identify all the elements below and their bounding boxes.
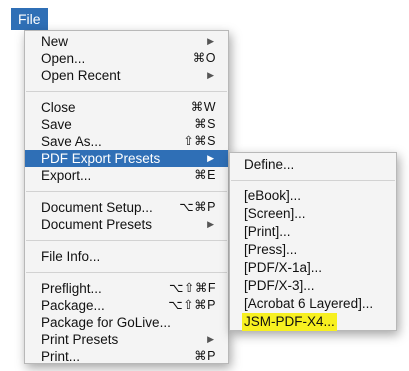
menu-item-label: Define...: [244, 157, 295, 172]
submenu-item-define[interactable]: Define...: [230, 156, 396, 174]
highlighted-menu-item-label: JSM-PDF-X4...: [242, 313, 337, 331]
menu-item-document-presets[interactable]: Document Presets ▶: [25, 216, 228, 233]
menu-separator: [26, 272, 227, 273]
menu-item-shortcut: ⇧⌘S: [183, 134, 216, 148]
submenu-item-ebook[interactable]: [eBook]...: [230, 187, 396, 205]
submenu-item-pdf-x-1a[interactable]: [PDF/X-1a]...: [230, 259, 396, 277]
menu-item-label: Save: [41, 117, 72, 132]
menu-separator: [26, 91, 227, 92]
menu-item-label: File Info...: [41, 249, 101, 264]
file-menu: New ▶ Open... ⌘O Open Recent ▶ Close ⌘W …: [24, 30, 229, 364]
menu-item-label: [PDF/X-3]...: [244, 278, 315, 293]
menu-item-shortcut: ⌘W: [190, 100, 216, 114]
submenu-item-pdf-x-3[interactable]: [PDF/X-3]...: [230, 277, 396, 295]
menu-item-label: [Acrobat 6 Layered]...: [244, 296, 374, 311]
menu-separator: [26, 240, 227, 241]
submenu-arrow-icon: ▶: [207, 70, 214, 80]
menu-item-shortcut: ⌘E: [194, 168, 216, 182]
menu-item-open[interactable]: Open... ⌘O: [25, 50, 228, 67]
menu-separator: [26, 191, 227, 192]
menu-item-shortcut: ⌘P: [194, 349, 216, 363]
screenshot-stage: File New ▶ Open... ⌘O Open Recent ▶ Clos…: [0, 0, 409, 371]
menu-separator: [231, 180, 395, 181]
menu-item-pdf-export-presets[interactable]: PDF Export Presets ▶: [25, 150, 228, 167]
menu-item-label: Document Presets: [41, 217, 153, 232]
menu-item-label: Open...: [41, 51, 86, 66]
menu-item-label: Print Presets: [41, 332, 119, 347]
menu-item-package-for-golive[interactable]: Package for GoLive...: [25, 314, 228, 331]
submenu-item-press[interactable]: [Press]...: [230, 241, 396, 259]
menu-item-label: Export...: [41, 168, 92, 183]
menu-item-label: [Screen]...: [244, 206, 306, 221]
menu-item-save-as[interactable]: Save As... ⇧⌘S: [25, 133, 228, 150]
menu-item-shortcut: ⌥⌘P: [179, 200, 216, 214]
menu-item-label: Document Setup...: [41, 200, 153, 215]
submenu-arrow-icon: ▶: [207, 334, 214, 344]
menu-item-label: Close: [41, 100, 76, 115]
submenu-arrow-icon: ▶: [207, 219, 214, 229]
menu-item-new[interactable]: New ▶: [25, 33, 228, 50]
menu-item-label: [eBook]...: [244, 188, 302, 203]
file-menu-title[interactable]: File: [11, 8, 48, 30]
menu-item-shortcut: ⌘S: [194, 117, 216, 131]
submenu-item-screen[interactable]: [Screen]...: [230, 205, 396, 223]
menu-item-label: Preflight...: [41, 281, 102, 296]
menu-item-label: New: [41, 34, 69, 49]
submenu-arrow-icon: ▶: [207, 153, 214, 163]
menu-item-print[interactable]: Print... ⌘P: [25, 348, 228, 365]
menu-item-label: Open Recent: [41, 68, 121, 83]
menu-item-label: Save As...: [41, 134, 102, 149]
menu-item-label: PDF Export Presets: [41, 151, 161, 166]
submenu-item-print[interactable]: [Print]...: [230, 223, 396, 241]
submenu-item-acrobat-6-layered[interactable]: [Acrobat 6 Layered]...: [230, 295, 396, 313]
menu-item-package[interactable]: Package... ⌥⇧⌘P: [25, 297, 228, 314]
menu-item-file-info[interactable]: File Info...: [25, 248, 228, 265]
pdf-export-presets-submenu: Define... [eBook]... [Screen]... [Print]…: [229, 152, 397, 331]
menu-item-open-recent[interactable]: Open Recent ▶: [25, 67, 228, 84]
menu-item-shortcut: ⌘O: [192, 51, 216, 65]
menu-item-label: Package for GoLive...: [41, 315, 171, 330]
menu-item-label: Package...: [41, 298, 105, 313]
menu-item-document-setup[interactable]: Document Setup... ⌥⌘P: [25, 199, 228, 216]
menu-item-export[interactable]: Export... ⌘E: [25, 167, 228, 184]
menu-item-shortcut: ⌥⇧⌘F: [168, 281, 216, 295]
menu-item-label: Print...: [41, 349, 81, 364]
menu-item-save[interactable]: Save ⌘S: [25, 116, 228, 133]
submenu-arrow-icon: ▶: [207, 36, 214, 46]
submenu-item-jsm-pdf-x4[interactable]: JSM-PDF-X4...: [230, 313, 396, 331]
menu-item-preflight[interactable]: Preflight... ⌥⇧⌘F: [25, 280, 228, 297]
menu-item-close[interactable]: Close ⌘W: [25, 99, 228, 116]
menu-item-label: [Print]...: [244, 224, 291, 239]
menu-item-print-presets[interactable]: Print Presets ▶: [25, 331, 228, 348]
menu-item-label: [Press]...: [244, 242, 298, 257]
menu-item-shortcut: ⌥⇧⌘P: [168, 298, 216, 312]
menu-item-label: [PDF/X-1a]...: [244, 260, 323, 275]
